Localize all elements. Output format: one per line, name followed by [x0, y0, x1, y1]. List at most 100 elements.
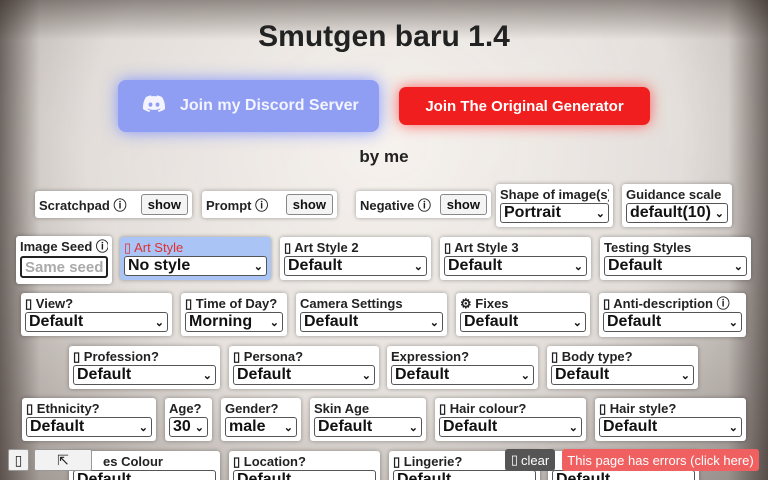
- art-style-2-select[interactable]: Default ⌄: [284, 256, 427, 276]
- ethnicity-label: ▯ Ethnicity?: [26, 401, 100, 416]
- profession-select[interactable]: Default ⌄: [73, 365, 216, 385]
- chevron-down-icon: ⌄: [408, 421, 418, 434]
- box-icon: ▯: [510, 452, 518, 467]
- age-select[interactable]: 30 ⌄: [169, 417, 208, 437]
- shape-field: Shape of image(s) Portrait ⌄: [496, 184, 613, 227]
- seed-field: Image Seed ⓘ Same seed: [16, 236, 112, 284]
- page-errors-label: This page has errors (click here): [567, 452, 754, 468]
- fixes-select[interactable]: Default ⌄: [460, 312, 586, 332]
- art-style-3-select[interactable]: Default ⌄: [444, 256, 587, 276]
- box-icon: ▯: [14, 451, 23, 468]
- time-of-day-select[interactable]: Morning ⌄: [185, 312, 283, 332]
- art-style-label: ▯ Art Style: [124, 240, 184, 255]
- resize-button[interactable]: ⇱: [34, 449, 92, 471]
- chevron-down-icon: ⌄: [568, 421, 578, 434]
- art-style-field: ▯ Art Style No style ⌄: [120, 237, 271, 280]
- box-icon: ▯: [185, 296, 193, 311]
- box-icon: ▯: [233, 454, 241, 469]
- expression-select[interactable]: Default ⌄: [391, 365, 534, 385]
- eyes-colour-select[interactable]: Default⌄: [73, 470, 216, 480]
- art-style-2-field: ▯ Art Style 2 Default ⌄: [280, 237, 431, 280]
- join-original-generator-button[interactable]: Join The Original Generator: [399, 87, 650, 125]
- chevron-down-icon: ⌄: [203, 474, 212, 480]
- camera-settings-select[interactable]: Default ⌄: [300, 312, 443, 332]
- profession-label: ▯ Profession?: [73, 349, 159, 364]
- view-label: ▯ View?: [25, 296, 74, 311]
- seed-label: Image Seed ⓘ: [20, 239, 108, 254]
- body-type-field: ▯ Body type? Default ⌄: [547, 346, 698, 389]
- guidance-label: Guidance scale: [626, 187, 722, 202]
- chevron-down-icon: ⌄: [728, 316, 738, 329]
- hair-style-label: ▯ Hair style?: [599, 401, 677, 416]
- info-icon[interactable]: ⓘ: [717, 296, 730, 311]
- scratchpad-show-button[interactable]: show: [140, 194, 188, 215]
- chevron-down-icon: ⌄: [363, 474, 372, 480]
- view-field: ▯ View? Default ⌄: [21, 293, 172, 336]
- seed-input[interactable]: Same seed: [20, 256, 108, 278]
- guidance-select[interactable]: default(10) ⌄: [626, 203, 728, 223]
- anti-description-select[interactable]: Default ⌄: [603, 312, 742, 332]
- persona-select[interactable]: Default ⌄: [233, 365, 375, 385]
- chevron-down-icon: ⌄: [269, 316, 279, 329]
- join-discord-button[interactable]: Join my Discord Server: [118, 80, 379, 132]
- eyes-colour-label: es Colour: [103, 454, 163, 469]
- profession-field: ▯ Profession? Default ⌄: [69, 346, 220, 389]
- location-field: ▯ Location? Default⌄: [229, 451, 380, 480]
- box-icon: ▯: [439, 401, 447, 416]
- page-title: Smutgen baru 1.4: [258, 20, 510, 53]
- body-type-label: ▯ Body type?: [551, 349, 633, 364]
- extra-select[interactable]: Default⌄: [552, 470, 695, 480]
- page-errors-button[interactable]: This page has errors (click here): [562, 449, 759, 471]
- join-original-label: Join The Original Generator: [425, 97, 624, 115]
- chevron-down-icon: ⌄: [138, 421, 148, 434]
- chevron-down-icon: ⌄: [572, 316, 582, 329]
- toggle-panel-button[interactable]: ▯: [8, 449, 29, 471]
- chevron-down-icon: ⌄: [520, 369, 530, 382]
- art-style-2-label: ▯ Art Style 2: [284, 240, 359, 255]
- skin-age-select[interactable]: Default ⌄: [314, 417, 422, 437]
- art-style-select[interactable]: No style ⌄: [124, 256, 267, 276]
- ethnicity-select[interactable]: Default ⌄: [26, 417, 152, 437]
- camera-settings-field: Camera Settings Default ⌄: [296, 293, 447, 336]
- chevron-down-icon: ⌄: [714, 207, 724, 220]
- hair-colour-label: ▯ Hair colour?: [439, 401, 527, 416]
- location-select[interactable]: Default⌄: [233, 470, 376, 480]
- box-icon: ▯: [393, 454, 401, 469]
- scratchpad-panel: Scratchpad ⓘ show: [35, 191, 192, 218]
- hair-colour-select[interactable]: Default ⌄: [439, 417, 582, 437]
- view-select[interactable]: Default ⌄: [25, 312, 168, 332]
- negative-label: Negative ⓘ: [360, 198, 431, 213]
- age-label: Age?: [169, 401, 202, 416]
- prompt-show-button[interactable]: show: [285, 194, 333, 215]
- testing-styles-field: Testing Styles Default ⌄: [600, 237, 751, 280]
- testing-styles-select[interactable]: Default ⌄: [604, 256, 747, 276]
- info-icon[interactable]: ⓘ: [113, 198, 126, 213]
- time-of-day-label: ▯ Time of Day?: [185, 296, 278, 311]
- box-icon: ▯: [284, 240, 292, 255]
- chevron-down-icon: ⌄: [733, 260, 743, 273]
- anti-description-field: ▯ Anti-description ⓘ Default ⌄: [599, 293, 746, 337]
- prompt-label: Prompt ⓘ: [206, 198, 269, 213]
- body-type-select[interactable]: Default ⌄: [551, 365, 694, 385]
- box-icon: ▯: [551, 349, 559, 364]
- box-icon: ▯: [603, 296, 611, 311]
- info-icon[interactable]: ⓘ: [255, 198, 268, 213]
- age-field: Age? 30 ⌄: [165, 398, 212, 441]
- expression-field: Expression? Default ⌄: [387, 346, 538, 389]
- info-icon[interactable]: ⓘ: [418, 198, 431, 213]
- box-icon: ▯: [25, 296, 33, 311]
- camera-settings-label: Camera Settings: [300, 296, 403, 311]
- chevron-down-icon: ⌄: [413, 260, 423, 273]
- lingerie-select[interactable]: Default⌄: [393, 470, 536, 480]
- discord-icon: [142, 94, 166, 118]
- anti-description-label: ▯ Anti-description ⓘ: [603, 296, 730, 311]
- info-icon[interactable]: ⓘ: [96, 239, 108, 254]
- chevron-down-icon: ⌄: [523, 474, 532, 480]
- gender-select[interactable]: male ⌄: [225, 417, 297, 437]
- hair-style-select[interactable]: Default ⌄: [599, 417, 742, 437]
- gender-label: Gender?: [225, 401, 279, 416]
- chevron-down-icon: ⌄: [680, 369, 690, 382]
- shape-select[interactable]: Portrait ⌄: [500, 203, 609, 223]
- clear-button[interactable]: ▯ clear: [505, 449, 555, 471]
- negative-show-button[interactable]: show: [439, 194, 487, 215]
